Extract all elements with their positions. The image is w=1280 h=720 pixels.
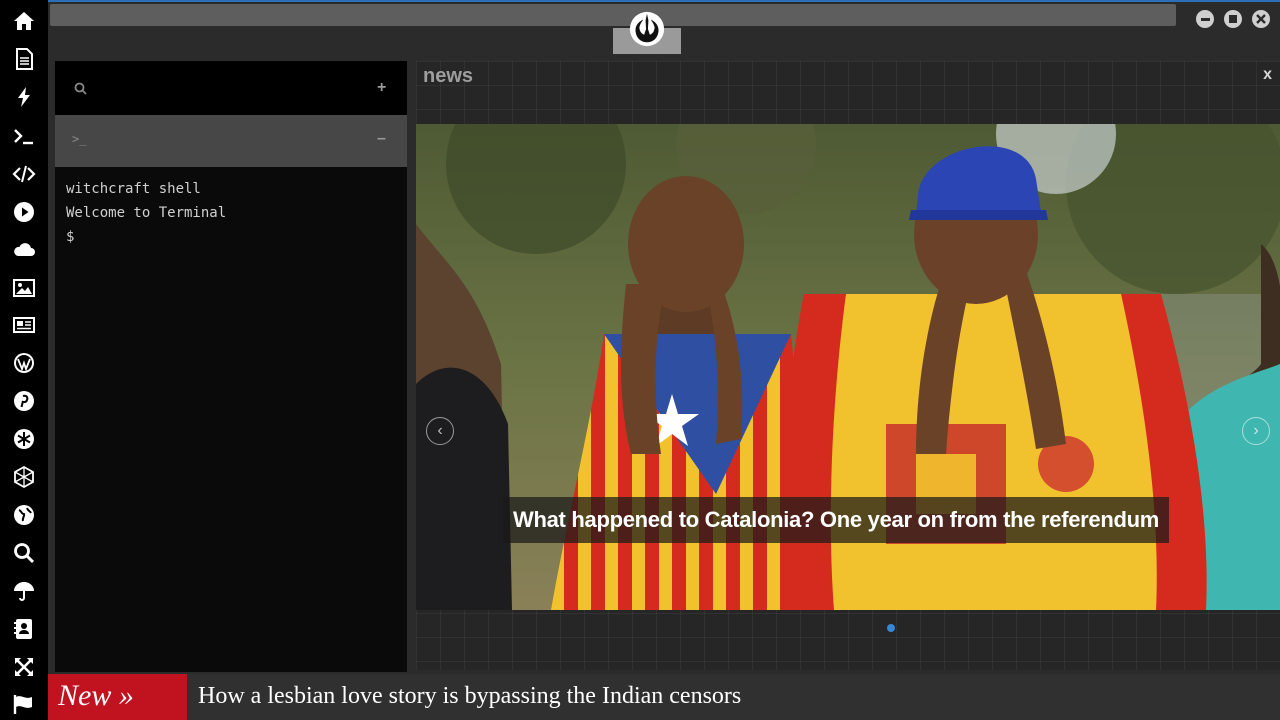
- ticker-label: New »: [48, 674, 187, 720]
- news-title: news: [423, 65, 474, 87]
- maximize-button[interactable]: [1224, 10, 1242, 28]
- terminal-prompt: $: [66, 229, 75, 245]
- play-icon[interactable]: [9, 197, 39, 227]
- news-slide[interactable]: What happened to Catalonia? One year on …: [416, 124, 1280, 610]
- code-icon[interactable]: [9, 159, 39, 189]
- newspaper-icon[interactable]: [9, 310, 39, 340]
- terminal-line: Welcome to Terminal: [66, 205, 227, 221]
- expand-icon[interactable]: [9, 652, 39, 682]
- add-terminal-button[interactable]: +: [377, 79, 386, 97]
- terminal-panel: + >_ – witchcraft shell Welcome to Termi…: [55, 61, 407, 672]
- slide-indicator-dot[interactable]: [887, 624, 895, 632]
- slide-next-button[interactable]: ›: [1242, 417, 1270, 445]
- close-icon: [1256, 14, 1266, 24]
- umbrella-icon[interactable]: [9, 576, 39, 606]
- app-sidebar: [0, 0, 48, 720]
- lightning-icon[interactable]: [9, 82, 39, 112]
- document-icon[interactable]: [9, 44, 39, 74]
- close-button[interactable]: [1252, 10, 1270, 28]
- cloud-icon[interactable]: [9, 235, 39, 265]
- news-headline[interactable]: What happened to Catalonia? One year on …: [503, 497, 1170, 543]
- home-icon[interactable]: [9, 6, 39, 36]
- network-icon[interactable]: [9, 462, 39, 492]
- collapse-terminal-button[interactable]: –: [377, 130, 386, 148]
- terminal-output[interactable]: witchcraft shell Welcome to Terminal $: [55, 167, 407, 672]
- minimize-button[interactable]: [1196, 10, 1214, 28]
- address-bar[interactable]: [50, 4, 1176, 26]
- ticker-headline[interactable]: How a lesbian love story is bypassing th…: [198, 674, 741, 720]
- search-icon[interactable]: [9, 538, 39, 568]
- terminal-search-input[interactable]: [95, 75, 355, 101]
- image-icon[interactable]: [9, 273, 39, 303]
- contacts-icon[interactable]: [9, 614, 39, 644]
- asterisk-icon[interactable]: [9, 424, 39, 454]
- pinterest-icon[interactable]: [9, 386, 39, 416]
- news-panel: news x What happened to Catalonia? One y…: [416, 61, 1280, 670]
- top-accent-line: [48, 0, 1280, 2]
- minimize-icon: [1200, 17, 1210, 21]
- terminal-prompt-icon: >_: [72, 132, 87, 146]
- news-ticker: New » How a lesbian love story is bypass…: [48, 674, 1280, 720]
- flag-icon[interactable]: [9, 689, 39, 719]
- news-close-button[interactable]: x: [1263, 66, 1272, 84]
- terminal-line: witchcraft shell: [66, 181, 201, 197]
- rebel-alliance-icon[interactable]: [628, 10, 666, 48]
- slide-prev-button[interactable]: ‹: [426, 417, 454, 445]
- globe-icon[interactable]: [9, 500, 39, 530]
- search-icon: [74, 82, 87, 95]
- terminal-tab[interactable]: >_ –: [55, 115, 407, 167]
- top-bar: [48, 0, 1280, 56]
- terminal-icon[interactable]: [9, 121, 39, 151]
- terminal-search-bar: +: [55, 61, 407, 115]
- maximize-icon: [1229, 15, 1237, 23]
- wordpress-icon[interactable]: [9, 348, 39, 378]
